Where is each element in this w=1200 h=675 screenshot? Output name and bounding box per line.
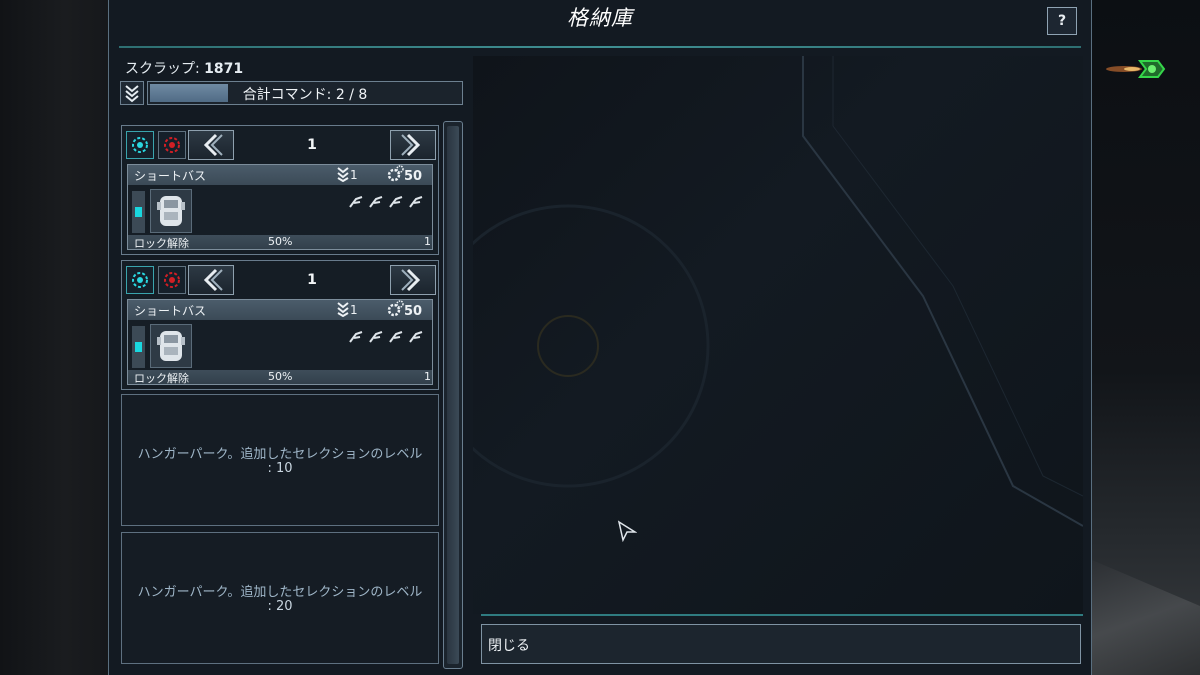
scrollbar-thumb[interactable] [447, 126, 459, 664]
next-unit-button[interactable] [390, 130, 436, 160]
unit-cost-value: 50 [404, 169, 423, 184]
close-button[interactable]: 閉じる [481, 624, 1081, 664]
cyan-gear-icon [132, 137, 148, 153]
unit-status-strip [132, 326, 145, 368]
chevron-left-icon [203, 268, 223, 292]
weapon-slots-icon [349, 196, 423, 208]
command-capacity-text: 合計コマンド: 2 / 8 [242, 87, 368, 103]
unit-rank: 1 [336, 166, 358, 183]
perk-description: ハンガーパーク。追加したセレクションのレベル [137, 447, 423, 462]
chevron-rank-icon [125, 85, 139, 103]
unlock-progress-bar: ロック解除 50% 1 [128, 235, 432, 250]
chevron-left-icon [203, 133, 223, 157]
command-capacity-bar: 合計コマンド: 2 / 8 [147, 81, 463, 105]
footer-divider [481, 614, 1083, 616]
hangar-perk-card[interactable]: ハンガーパーク。追加したセレクションのレベル : 20 [121, 532, 439, 664]
perk-description: ハンガーパーク。追加したセレクションのレベル [137, 585, 423, 600]
unlock-count: 1 [424, 235, 431, 248]
next-unit-button[interactable] [390, 265, 436, 295]
chevron-right-icon [401, 268, 421, 292]
unit-name: ショートバス [134, 169, 207, 183]
unit-filter-cyan-button[interactable] [126, 266, 154, 294]
unit-name: ショートバス [134, 304, 207, 318]
unit-filter-red-button[interactable] [158, 266, 186, 294]
unit-cost: 50 [386, 165, 422, 184]
unit-filter-red-button[interactable] [158, 131, 186, 159]
perk-value: : 10 [267, 461, 293, 476]
unit-rank: 1 [336, 301, 358, 318]
unit-entry[interactable]: ショートバス 1 50 ロック解除 50% 1 [127, 164, 433, 250]
unit-rank-value: 1 [350, 168, 358, 182]
unit-status-strip [132, 191, 145, 233]
unlock-percent: 50% [268, 235, 293, 248]
scrap-value: 1871 [204, 61, 244, 77]
unit-status-led [135, 342, 142, 352]
red-gear-icon [164, 272, 180, 288]
unlock-label: ロック解除 [134, 237, 189, 250]
list-scrollbar[interactable] [443, 121, 463, 669]
close-button-label: 閉じる [488, 638, 530, 654]
unit-entry[interactable]: ショートバス 1 50 ロック解除 50% 1 [127, 299, 433, 385]
unlock-count: 1 [424, 370, 431, 383]
unit-header: ショートバス 1 50 [128, 165, 432, 185]
unit-page-number: 1 [307, 137, 317, 153]
chevron-rank-icon [337, 302, 349, 318]
command-icon-box [120, 81, 144, 105]
title-divider [119, 46, 1081, 48]
unit-page-number: 1 [307, 272, 317, 288]
hangar-window: 格納庫 ? スクラップ: 1871 合計コマンド: 2 / 8 1 ショートバス… [108, 0, 1092, 675]
perk-value: : 20 [267, 599, 293, 614]
unit-rank-value: 1 [350, 303, 358, 317]
bus-icon [150, 189, 192, 233]
scrap-counter: スクラップ: 1871 [125, 58, 243, 78]
scrap-label: スクラップ: [125, 61, 205, 77]
player-ship-icon [1106, 60, 1166, 78]
chevron-right-icon [401, 133, 421, 157]
mouse-cursor-icon [617, 520, 637, 542]
unit-cost: 50 [386, 300, 422, 319]
unit-filter-cyan-button[interactable] [126, 131, 154, 159]
unit-header: ショートバス 1 50 [128, 300, 432, 320]
red-gear-icon [164, 137, 180, 153]
gear-icon [387, 165, 404, 182]
unlock-label: ロック解除 [134, 372, 189, 385]
background-left [0, 0, 108, 675]
unlock-progress-bar: ロック解除 50% 1 [128, 370, 432, 385]
cyan-gear-icon [132, 272, 148, 288]
hangar-perk-card[interactable]: ハンガーパーク。追加したセレクションのレベル : 10 [121, 394, 439, 526]
unit-status-led [135, 207, 142, 217]
bus-icon [150, 324, 192, 368]
question-icon: ? [1057, 13, 1067, 29]
unit-selector-card: 1 ショートバス 1 50 ロック解除 50% 1 [121, 260, 439, 390]
previous-unit-button[interactable] [188, 130, 234, 160]
unit-cost-value: 50 [404, 304, 423, 319]
help-button[interactable]: ? [1047, 7, 1077, 35]
window-title: 格納庫 [567, 6, 633, 30]
unlock-percent: 50% [268, 370, 293, 383]
chevron-rank-icon [337, 167, 349, 183]
weapon-slots-icon [349, 331, 423, 343]
preview-background-decoration [473, 56, 1083, 527]
gear-icon [387, 300, 404, 317]
unit-selector-card: 1 ショートバス 1 50 ロック解除 50% 1 [121, 125, 439, 255]
previous-unit-button[interactable] [188, 265, 234, 295]
